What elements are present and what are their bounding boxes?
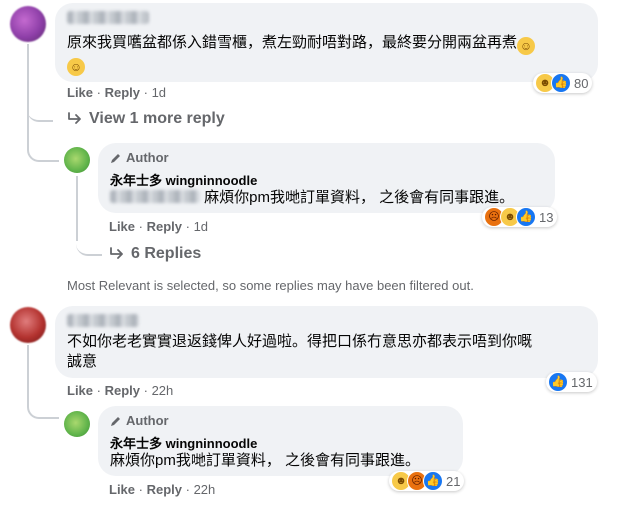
thread-elbow <box>27 395 59 419</box>
reply-arrow-icon <box>68 112 81 124</box>
reaction-count: 80 <box>574 75 589 91</box>
page-avatar[interactable] <box>64 411 90 437</box>
thread-elbow <box>27 140 59 162</box>
comment-text-line: 不如你老老實實退返錢俾人好過啦。得把口係冇意思亦都表示唔到你嘅 <box>67 333 533 350</box>
reaction-count: 21 <box>446 473 461 489</box>
filter-notice: Most Relevant is selected, so some repli… <box>67 278 474 293</box>
like-button[interactable]: Like <box>109 482 135 497</box>
reply-button[interactable]: Reply <box>147 219 182 234</box>
reaction-count: 131 <box>571 374 593 390</box>
like-icon: 👍 <box>423 471 443 491</box>
more-replies-label: 6 Replies <box>131 245 202 262</box>
comment-text-body: 原來我買嚿盆都係入錯雪櫃，煮左勁耐唔對路，最終要分開兩盆再煮 <box>67 34 518 51</box>
commenter-name[interactable] <box>67 11 149 29</box>
like-button[interactable]: Like <box>109 219 135 234</box>
reply-button[interactable]: Reply <box>105 85 140 100</box>
reaction-summary[interactable]: ☹ ☻ 👍 13 <box>482 207 558 227</box>
like-icon: 👍 <box>516 207 536 227</box>
thinking-emoji-icon: ☺ <box>67 58 85 76</box>
reaction-summary[interactable]: ☻ 👍 80 <box>533 73 593 93</box>
reply-actions: Like · Reply · 1d <box>109 219 209 234</box>
comment-timestamp[interactable]: 22h <box>152 383 174 398</box>
author-badge-label: Author <box>126 150 169 165</box>
comment-text: 原來我買嚿盆都係入錯雪櫃，煮左勁耐唔對路，最終要分開兩盆再煮 ☺ <box>67 33 597 55</box>
author-badge: Author <box>110 150 169 165</box>
comment-text-line: 誠意 <box>67 353 98 370</box>
reply-timestamp[interactable]: 22h <box>194 482 216 497</box>
reply-timestamp[interactable]: 1d <box>194 219 208 234</box>
page-avatar[interactable] <box>64 147 90 173</box>
thread-elbow <box>27 100 53 122</box>
reply-bubble: Author 永年士多 wingninnoodle 麻煩你pm我哋訂單資料， 之… <box>98 406 463 476</box>
commenter-avatar[interactable] <box>10 307 46 343</box>
mentioned-user[interactable] <box>110 189 200 206</box>
author-name[interactable]: 永年士多 wingninnoodle <box>110 170 257 189</box>
reply-button[interactable]: Reply <box>147 482 182 497</box>
commenter-name[interactable] <box>67 314 139 332</box>
view-more-replies-link[interactable]: View 1 more reply <box>67 110 225 128</box>
author-badge: Author <box>110 413 169 428</box>
comment-actions: Like · Reply · 1d <box>67 85 167 100</box>
reply-text: 麻煩你pm我哋訂單資料， 之後會有同事跟進。 <box>110 188 514 208</box>
thread-line <box>76 176 78 241</box>
reply-arrow-icon <box>110 247 123 259</box>
author-badge-label: Author <box>126 413 169 428</box>
reply-text-body: 麻煩你pm我哋訂單資料， 之後會有同事跟進。 <box>204 189 515 206</box>
view-more-label: View 1 more reply <box>89 110 225 127</box>
comment-actions: Like · Reply · 22h <box>67 383 174 398</box>
reply-bubble: Author 永年士多 wingninnoodle 麻煩你pm我哋訂單資料， 之… <box>98 143 555 213</box>
like-button[interactable]: Like <box>67 383 93 398</box>
comment-bubble: 不如你老老實實退返錢俾人好過啦。得把口係冇意思亦都表示唔到你嘅 誠意 <box>55 306 598 378</box>
thread-line <box>27 44 29 144</box>
pencil-icon <box>111 153 120 163</box>
thinking-emoji-icon: ☺ <box>517 37 536 55</box>
commenter-avatar[interactable] <box>10 6 46 42</box>
comment-bubble: 原來我買嚿盆都係入錯雪櫃，煮左勁耐唔對路，最終要分開兩盆再煮 ☺ ☺ <box>55 3 598 82</box>
pencil-icon <box>111 416 120 426</box>
reaction-count: 13 <box>539 209 554 225</box>
comment-timestamp[interactable]: 1d <box>152 85 166 100</box>
reaction-summary[interactable]: 👍 131 <box>546 372 597 392</box>
thread-elbow <box>76 236 102 256</box>
comment-text: 不如你老老實實退返錢俾人好過啦。得把口係冇意思亦都表示唔到你嘅 誠意 <box>67 332 592 372</box>
more-replies-link[interactable]: 6 Replies <box>109 245 201 263</box>
like-icon: 👍 <box>551 73 571 93</box>
reply-actions: Like · Reply · 22h <box>109 482 216 497</box>
thread-line <box>27 345 29 400</box>
like-icon: 👍 <box>548 372 568 392</box>
like-button[interactable]: Like <box>67 85 93 100</box>
reply-text: 麻煩你pm我哋訂單資料， 之後會有同事跟進。 <box>110 452 421 469</box>
reaction-summary[interactable]: ☻ ☹ 👍 21 <box>389 471 465 491</box>
reply-button[interactable]: Reply <box>105 383 140 398</box>
author-name[interactable]: 永年士多 wingninnoodle <box>110 433 257 452</box>
